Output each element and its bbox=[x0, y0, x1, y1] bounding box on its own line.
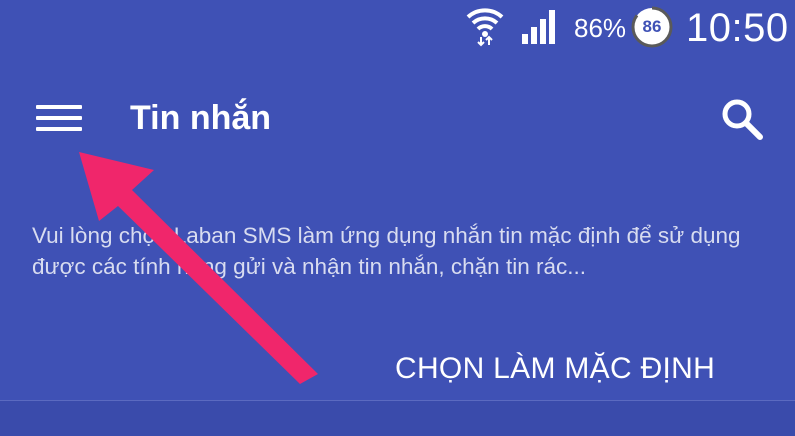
battery-percent: 86% bbox=[574, 13, 627, 43]
battery-icon: 86 bbox=[630, 5, 674, 49]
battery-badge-value: 86 bbox=[642, 17, 662, 36]
page-title: Tin nhắn bbox=[130, 99, 272, 137]
list-area bbox=[0, 401, 795, 436]
status-clock: 10:50 bbox=[686, 6, 789, 50]
signal-icon bbox=[522, 10, 555, 44]
default-app-message: Vui lòng chọn Laban SMS làm ứng dụng nhắ… bbox=[32, 223, 741, 279]
menu-icon[interactable] bbox=[36, 103, 84, 133]
wifi-icon bbox=[466, 8, 504, 47]
set-default-button[interactable]: CHỌN LÀM MẶC ĐỊNH bbox=[385, 344, 725, 394]
search-icon[interactable] bbox=[720, 97, 766, 143]
status-bar: 86% 86 10:50 bbox=[0, 0, 795, 56]
app-screen: 86% 86 10:50 Tin nhắn Vui lòng chọn Laba… bbox=[0, 0, 795, 436]
